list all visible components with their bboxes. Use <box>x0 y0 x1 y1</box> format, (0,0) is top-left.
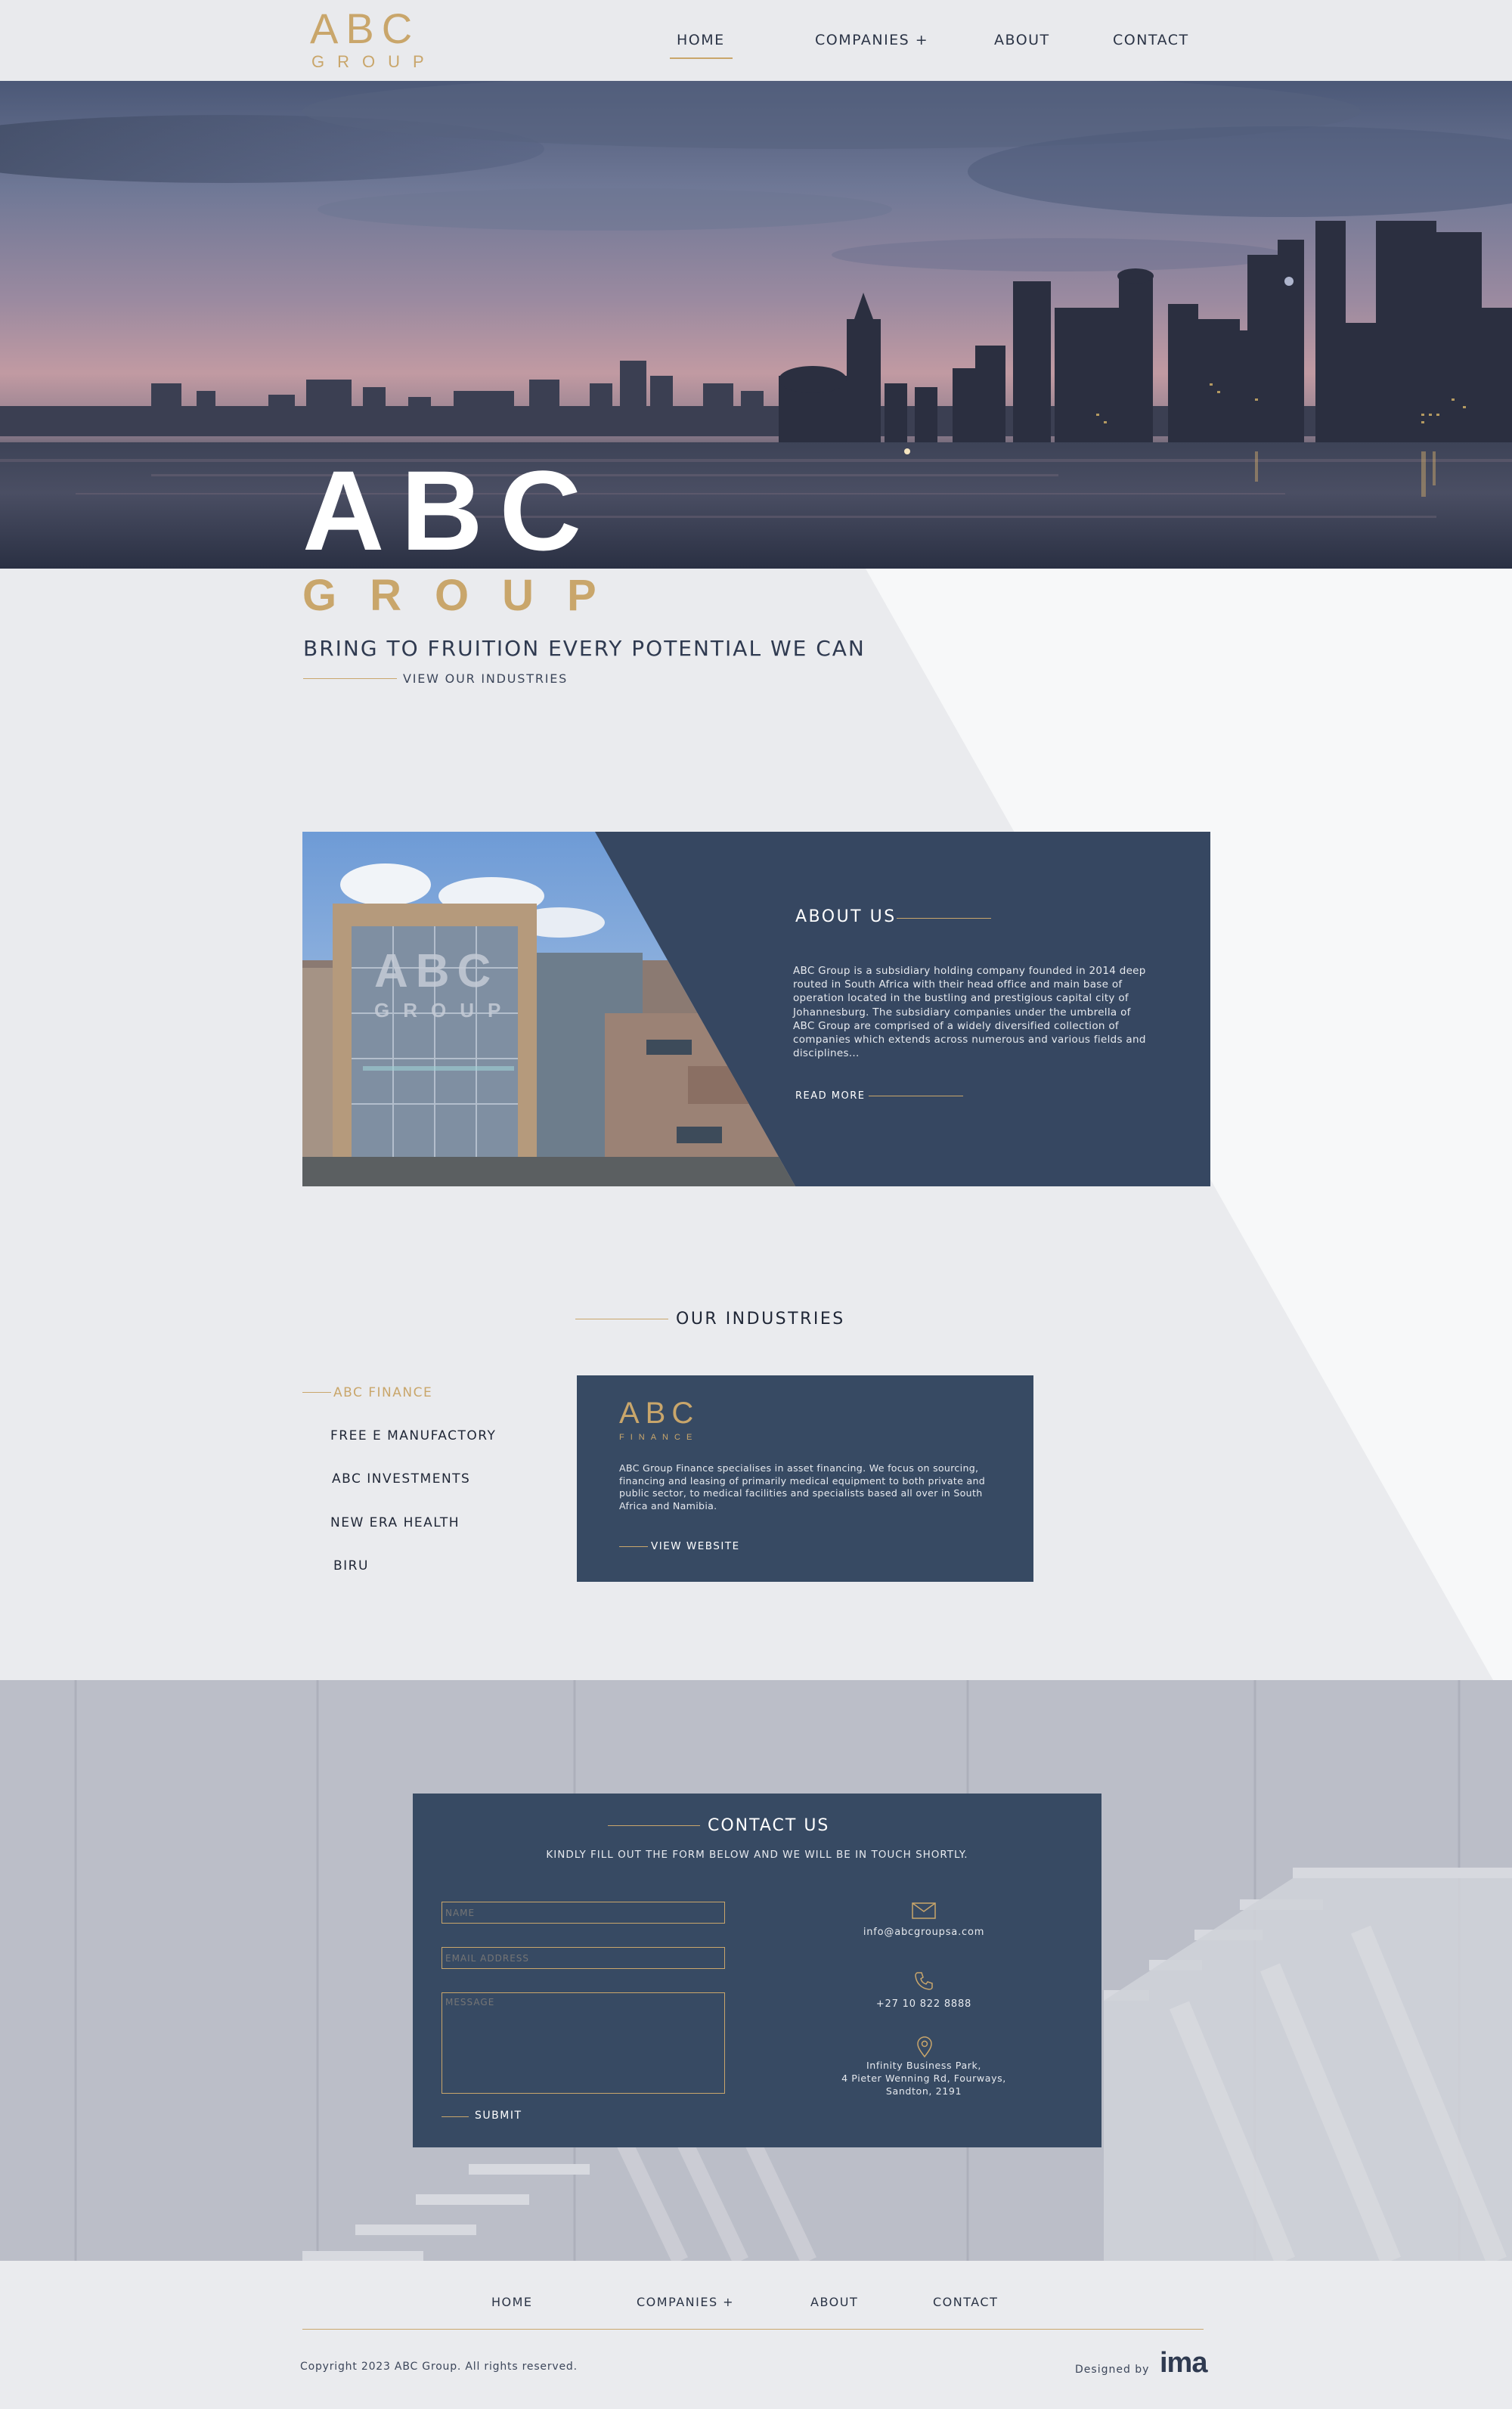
hero-cta-line <box>303 678 397 679</box>
submit-line <box>442 2116 469 2117</box>
designer-logo[interactable]: ima <box>1160 2347 1207 2380</box>
address-line-1: Infinity Business Park, <box>866 2060 982 2071</box>
site-footer <box>0 2261 1512 2409</box>
about-body: ABC Group is a subsidiary holding compan… <box>793 965 1146 1060</box>
contact-heading-line <box>608 1825 700 1826</box>
envelope-icon <box>912 1902 936 1919</box>
copyright-text: Copyright 2023 ABC Group. All rights res… <box>300 2361 578 2373</box>
industry-card: ABC FINANCE ABC Group Finance specialise… <box>577 1375 1033 1582</box>
building-sign-abc: ABC <box>374 945 498 997</box>
industry-biru[interactable]: BIRU <box>333 1558 369 1573</box>
hero-logo-group: GROUP <box>302 571 630 620</box>
footer-nav-contact[interactable]: CONTACT <box>933 2295 998 2309</box>
finance-logo-finance: FINANCE <box>619 1433 699 1442</box>
hero-logo: ABC GROUP <box>302 454 605 628</box>
city-skyline-image <box>0 81 1512 569</box>
read-more-link[interactable]: READ MORE <box>795 1090 865 1102</box>
view-website-link[interactable]: VIEW WEBSITE <box>651 1540 740 1552</box>
about-heading-line <box>897 918 991 919</box>
contact-subheading: KINDLY FILL OUT THE FORM BELOW AND WE WI… <box>546 1849 968 1861</box>
about-card: ABC GROUP ABOUT US ABC Group is a subsid… <box>302 832 1210 1186</box>
contact-heading: CONTACT US <box>708 1816 830 1835</box>
hero-banner <box>0 81 1512 569</box>
footer-nav-about[interactable]: ABOUT <box>810 2295 858 2309</box>
building-sign-group: GROUP <box>374 999 514 1022</box>
logo-text-abc: ABC <box>310 5 420 52</box>
industries-heading: OUR INDUSTRIES <box>676 1310 845 1329</box>
about-heading: ABOUT US <box>795 907 897 926</box>
contact-email[interactable]: info@abcgroupsa.com <box>798 1927 1049 1938</box>
name-input[interactable] <box>442 1902 725 1924</box>
footer-nav-home[interactable]: HOME <box>491 2295 533 2309</box>
logo-text-group: GROUP <box>311 52 437 71</box>
finance-logo-abc: ABC <box>619 1397 700 1430</box>
location-pin-icon <box>917 2036 932 2058</box>
message-textarea[interactable] <box>442 1992 725 2094</box>
active-industry-line <box>302 1392 331 1393</box>
designed-by-text: Designed by <box>1075 2364 1150 2376</box>
site-header: ABC GROUP HOME COMPANIES + ABOUT CONTACT <box>0 0 1512 81</box>
industry-abc-investments[interactable]: ABC INVESTMENTS <box>332 1471 470 1487</box>
address-line-3: Sandton, 2191 <box>885 2085 962 2097</box>
email-input[interactable] <box>442 1947 725 1969</box>
view-website-line <box>619 1546 648 1547</box>
view-industries-link[interactable]: VIEW OUR INDUSTRIES <box>403 671 568 686</box>
industry-free-e-manufactory[interactable]: FREE E MANUFACTORY <box>330 1428 496 1443</box>
nav-home-underline <box>670 57 733 59</box>
hero-tagline: BRING TO FRUITION EVERY POTENTIAL WE CAN <box>303 636 866 661</box>
industry-new-era-health[interactable]: NEW ERA HEALTH <box>330 1515 460 1530</box>
contact-card: CONTACT US KINDLY FILL OUT THE FORM BELO… <box>413 1794 1101 2147</box>
footer-nav-companies[interactable]: COMPANIES + <box>637 2295 734 2309</box>
nav-companies[interactable]: COMPANIES + <box>815 32 928 48</box>
nav-home[interactable]: HOME <box>677 32 725 48</box>
industry-card-body: ABC Group Finance specialises in asset f… <box>619 1462 986 1511</box>
nav-contact[interactable]: CONTACT <box>1113 32 1189 48</box>
industry-abc-finance[interactable]: ABC FINANCE <box>333 1385 432 1400</box>
hero-logo-abc: ABC <box>302 447 598 574</box>
contact-phone[interactable]: +27 10 822 8888 <box>798 1998 1049 2010</box>
header-logo[interactable]: ABC GROUP <box>310 6 431 74</box>
address-line-2: 4 Pieter Wenning Rd, Fourways, <box>841 2073 1006 2084</box>
footer-divider <box>302 2329 1204 2330</box>
submit-button[interactable]: SUBMIT <box>475 2110 522 2122</box>
nav-about[interactable]: ABOUT <box>994 32 1050 48</box>
phone-icon <box>915 1972 933 1990</box>
